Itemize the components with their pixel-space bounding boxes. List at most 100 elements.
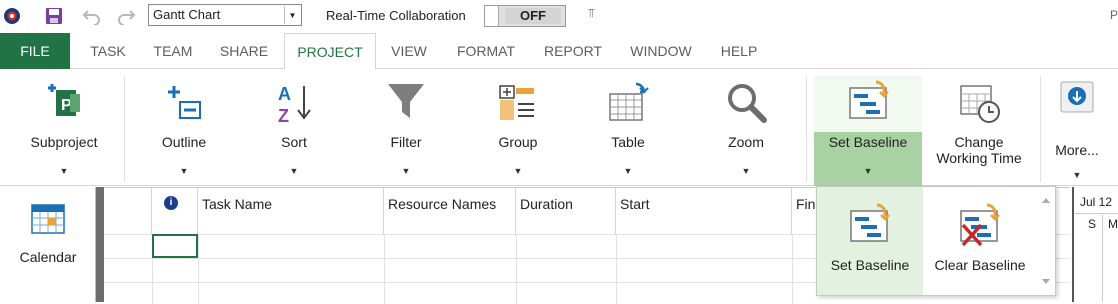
zoom-label: Zoom (728, 134, 764, 150)
tab-help[interactable]: HELP (710, 33, 768, 69)
chevron-down-icon: ▼ (623, 166, 633, 176)
sort-label: Sort (281, 134, 307, 150)
outline-icon (162, 80, 206, 124)
grid-col-line (616, 234, 617, 304)
selected-cell[interactable] (152, 234, 198, 258)
ribbon-separator (806, 76, 807, 182)
timescale-week: Jul 12 (1080, 195, 1113, 209)
svg-text:Z: Z (278, 106, 289, 124)
sort-icon: A Z (272, 80, 316, 126)
zoom-button[interactable]: Zoom ▼ (710, 70, 782, 186)
more-icon (1059, 80, 1095, 116)
filter-label: Filter (390, 134, 422, 150)
indicators-column-header[interactable]: i (152, 188, 198, 234)
more-button[interactable]: More... ▼ (1046, 70, 1108, 186)
collaboration-label: Real-Time Collaboration (326, 8, 466, 23)
column-header-start[interactable]: Start (616, 188, 792, 234)
ribbon-tabs: FILE TASK TEAM SHARE PROJECT VIEW FORMAT… (0, 33, 1118, 70)
column-header-resource-names[interactable]: Resource Names (384, 188, 516, 234)
table-button[interactable]: Table ▼ (592, 70, 664, 186)
tab-share[interactable]: SHARE (210, 33, 278, 69)
tab-team[interactable]: TEAM (144, 33, 202, 69)
tab-project[interactable]: PROJECT (284, 33, 376, 70)
set-baseline-menu-label: Set Baseline (830, 257, 910, 273)
set-baseline-menu-item[interactable]: Set Baseline (817, 187, 923, 295)
change-working-time-line1: Change (954, 134, 1004, 150)
baseline-icon (846, 80, 890, 124)
view-selector[interactable]: Gantt Chart ▼ (148, 4, 302, 26)
ribbon-project: P Subproject ▼ Outline ▼ A Z Sort ▼ Filt… (0, 70, 1118, 186)
chevron-down-icon: ▼ (289, 166, 299, 176)
change-working-time-button[interactable]: Change Working Time (930, 70, 1028, 186)
row-header-corner[interactable] (104, 188, 152, 234)
clear-baseline-menu-label: Clear Baseline (934, 257, 1026, 273)
filter-button[interactable]: Filter ▼ (370, 70, 442, 186)
group-button[interactable]: Group ▼ (482, 70, 554, 186)
redo-icon[interactable] (116, 6, 136, 26)
chevron-down-icon: ▼ (1072, 170, 1082, 180)
group-label: Group (498, 134, 538, 150)
timescale-day-m: M (1108, 217, 1118, 231)
save-icon[interactable] (44, 6, 64, 26)
calendar-icon (30, 201, 66, 235)
change-working-time-label: Change Working Time (930, 134, 1028, 166)
toggle-state: OFF (505, 8, 561, 24)
subproject-button[interactable]: P Subproject ▼ (24, 70, 104, 186)
set-baseline-label: Set Baseline (828, 134, 908, 150)
gantt-timescale: Jul 12 S M (1072, 187, 1118, 302)
quick-access-toolbar: Gantt Chart ▼ Real-Time Collaboration OF… (0, 0, 1118, 32)
subproject-icon: P (42, 80, 86, 124)
chevron-down-icon: ▼ (179, 166, 189, 176)
tab-view[interactable]: VIEW (382, 33, 436, 69)
magnifier-icon (724, 80, 768, 124)
svg-text:A: A (278, 84, 291, 104)
calendar-view-button[interactable]: Calendar (0, 187, 96, 302)
customize-toolbar-icon[interactable]: ⫪ (588, 6, 595, 21)
set-baseline-button[interactable]: Set Baseline ▼ (814, 70, 922, 186)
grid-col-line (516, 234, 517, 304)
outline-label: Outline (161, 134, 207, 150)
clear-baseline-menu-item[interactable]: Clear Baseline (925, 187, 1035, 295)
timescale-gridline (1102, 215, 1103, 302)
subproject-label: Subproject (30, 134, 98, 150)
outline-button[interactable]: Outline ▼ (148, 70, 220, 186)
grid-col-line (384, 234, 385, 304)
column-header-duration[interactable]: Duration (516, 188, 616, 234)
change-working-time-line2: Working Time (936, 150, 1022, 166)
calendar-clock-icon (957, 80, 1001, 124)
ribbon-separator (1040, 76, 1041, 182)
collaboration-toggle[interactable]: OFF (484, 5, 566, 27)
chevron-down-icon: ▼ (513, 166, 523, 176)
tab-task[interactable]: TASK (80, 33, 136, 69)
view-selector-value: Gantt Chart (153, 7, 221, 22)
clear-baseline-icon (957, 201, 1003, 247)
tab-file[interactable]: FILE (0, 33, 70, 69)
table-label: Table (611, 134, 645, 150)
group-icon (496, 80, 540, 124)
chevron-down-icon[interactable]: ▼ (284, 6, 300, 24)
timescale-divider (1074, 213, 1118, 214)
baseline-dropdown: Set Baseline Clear Baseline (816, 186, 1056, 296)
toggle-knob (485, 6, 499, 26)
filter-icon (384, 80, 428, 124)
tab-format[interactable]: FORMAT (446, 33, 526, 69)
chevron-down-icon: ▼ (59, 166, 69, 176)
chevron-down-icon: ▼ (401, 166, 411, 176)
tab-window[interactable]: WINDOW (620, 33, 702, 69)
chevron-down-icon: ▼ (863, 166, 873, 176)
ribbon-separator (124, 76, 125, 182)
info-icon: i (164, 196, 178, 210)
set-baseline-icon (847, 201, 893, 247)
more-label: More... (1055, 142, 1099, 158)
chevron-down-icon: ▼ (741, 166, 751, 176)
column-header-task-name[interactable]: Task Name (198, 188, 384, 234)
app-logo-icon[interactable] (2, 6, 22, 26)
sort-button[interactable]: A Z Sort ▼ (258, 70, 330, 186)
calendar-label: Calendar (19, 249, 77, 265)
tab-report[interactable]: REPORT (534, 33, 612, 69)
timescale-day-s: S (1088, 217, 1097, 231)
table-icon (606, 80, 650, 124)
undo-icon[interactable] (82, 6, 102, 26)
dropdown-scrollbar[interactable] (1037, 187, 1055, 295)
title-bar-text: P (1110, 8, 1118, 22)
